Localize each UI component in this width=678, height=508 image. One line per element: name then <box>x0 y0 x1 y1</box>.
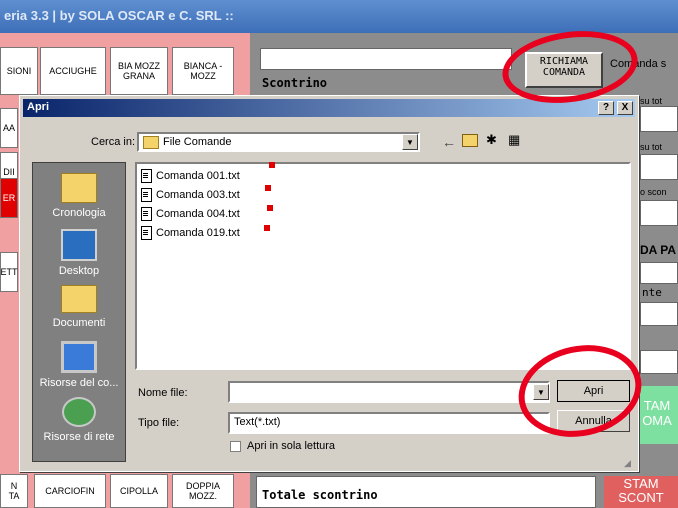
back-icon[interactable]: ← <box>442 134 456 150</box>
help-button[interactable]: ? <box>598 101 614 115</box>
annotation-marker <box>265 185 271 191</box>
sconto-input[interactable] <box>640 200 678 226</box>
annotation-marker <box>267 205 273 211</box>
file-item[interactable]: Comanda 004.txt <box>141 204 625 223</box>
history-folder-icon <box>61 173 97 203</box>
product-button-bianca-mozz[interactable]: BIANCA - MOZZ <box>172 47 234 95</box>
annotation-marker <box>269 162 275 168</box>
view-menu-icon[interactable]: ▦ <box>508 132 520 148</box>
documents-folder-icon <box>61 285 97 313</box>
place-desktop[interactable]: Desktop <box>35 229 123 277</box>
scontrino-label: Scontrino <box>262 76 328 90</box>
app-title-bar: eria 3.3 | by SOLA OSCAR e C. SRL :: <box>0 0 678 33</box>
product-button-doppia-mozz[interactable]: DOPPIA MOZZ. <box>172 474 234 508</box>
text-file-icon <box>141 206 152 221</box>
place-documents[interactable]: Documenti <box>35 285 123 329</box>
desktop-icon <box>61 229 97 261</box>
app-title: eria 3.3 | by SOLA OSCAR e C. SRL :: <box>4 8 234 23</box>
stampa-comanda-button[interactable]: TAM OMA <box>636 386 678 444</box>
place-history-label: Cronologia <box>52 207 106 219</box>
resize-grip-icon[interactable]: ◢ <box>624 458 631 469</box>
filename-label: Nome file: <box>138 387 188 399</box>
file-name: Comanda 004.txt <box>156 207 240 220</box>
product-button-bia-mozz-grana[interactable]: BIA MOZZ GRANA <box>110 47 168 95</box>
network-places-icon <box>62 397 96 427</box>
place-history[interactable]: Cronologia <box>35 173 123 219</box>
file-name: Comanda 019.txt <box>156 226 240 239</box>
da-pagare-box <box>640 262 678 284</box>
file-item[interactable]: Comanda 019.txt <box>141 223 625 242</box>
file-list: Comanda 001.txt Comanda 003.txt Comanda … <box>135 162 631 370</box>
text-file-icon <box>141 225 152 240</box>
file-item[interactable]: Comanda 001.txt <box>141 166 625 185</box>
su-tot-input-2[interactable] <box>640 154 678 180</box>
place-my-computer-label: Risorse del co... <box>39 377 119 389</box>
side-tab-er[interactable]: ER <box>0 178 18 218</box>
su-tot-label-2: su tot <box>640 142 663 152</box>
dialog-title: Apri <box>27 101 49 113</box>
places-bar: Cronologia Desktop Documenti Risorse del… <box>32 162 126 462</box>
contante-input[interactable] <box>640 302 678 326</box>
product-button-cipolla[interactable]: CIPOLLA <box>110 474 168 508</box>
su-tot-label-1: su tot <box>640 96 663 106</box>
text-file-icon <box>141 187 152 202</box>
product-button-sioni[interactable]: SIONI <box>0 47 38 95</box>
da-pagare-label: DA PA <box>640 243 676 257</box>
look-in-dropdown[interactable]: File Comande ▼ <box>137 132 420 152</box>
side-tab-ett[interactable]: ETT <box>0 252 18 292</box>
file-name: Comanda 003.txt <box>156 188 240 201</box>
place-network[interactable]: Risorse di rete <box>35 397 123 443</box>
look-in-label: Cerca in: <box>91 136 136 148</box>
filetype-select[interactable]: Text(*.txt) <box>228 412 550 434</box>
scontrino-input[interactable] <box>260 48 512 70</box>
contante-label: nte <box>642 286 662 299</box>
place-network-label: Risorse di rete <box>43 431 115 443</box>
side-tab-aa[interactable]: AA <box>0 108 18 148</box>
product-button-acciughe[interactable]: ACCIUGHE <box>40 47 106 95</box>
su-tot-input-1[interactable] <box>640 106 678 132</box>
product-button-nta[interactable]: N TA <box>0 474 28 508</box>
place-documents-label: Documenti <box>52 317 106 329</box>
look-in-value: File Comande <box>163 136 232 148</box>
sconto-label: o scon <box>640 187 667 197</box>
new-folder-icon[interactable]: ✱ <box>486 132 497 148</box>
readonly-checkbox[interactable] <box>230 441 241 452</box>
filename-input[interactable] <box>228 381 550 403</box>
totale-scontrino-label: Totale scontrino <box>262 488 378 502</box>
text-file-icon <box>141 168 152 183</box>
my-computer-icon <box>61 341 97 373</box>
place-desktop-label: Desktop <box>58 265 100 277</box>
chevron-down-icon[interactable]: ▼ <box>402 134 418 150</box>
place-my-computer[interactable]: Risorse del co... <box>35 341 123 389</box>
resto-box <box>640 350 678 374</box>
close-button[interactable]: X <box>617 101 633 115</box>
file-item[interactable]: Comanda 003.txt <box>141 185 625 204</box>
up-folder-icon[interactable] <box>462 134 478 147</box>
file-name: Comanda 001.txt <box>156 169 240 182</box>
annotation-marker <box>264 225 270 231</box>
filetype-label: Tipo file: <box>138 417 180 429</box>
folder-icon <box>143 135 159 149</box>
stampa-scontrino-button[interactable]: STAM SCONT <box>604 476 678 508</box>
product-button-carciofini[interactable]: CARCIOFIN <box>34 474 106 508</box>
readonly-label: Apri in sola lettura <box>247 440 336 452</box>
